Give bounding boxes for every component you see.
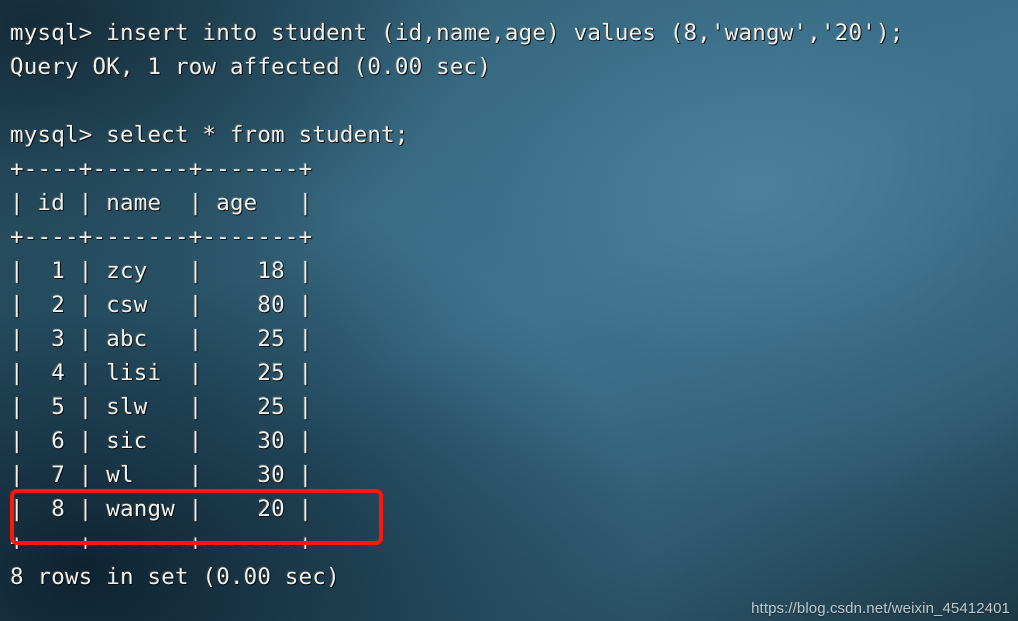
table-row: | 1 | zcy | 18 | [10, 258, 313, 284]
terminal-line-insert-statement: mysql> insert into student (id,name,age)… [10, 20, 904, 46]
table-row: | 5 | slw | 25 | [10, 394, 313, 420]
table-row: | 7 | wl | 30 | [10, 462, 313, 488]
table-header-row: | id | name | age | [10, 190, 313, 216]
table-row-highlighted: | 8 | wangw | 20 | [10, 496, 313, 522]
table-row: | 4 | lisi | 25 | [10, 360, 313, 386]
terminal-line-select-result: 8 rows in set (0.00 sec) [10, 564, 340, 590]
table-row: | 3 | abc | 25 | [10, 326, 313, 352]
table-top-border: +----+-------+-------+ [10, 156, 313, 182]
terminal-line-select-statement: mysql> select * from student; [10, 122, 409, 148]
terminal-screen: mysql> insert into student (id,name,age)… [0, 0, 1018, 621]
table-row: | 6 | sic | 30 | [10, 428, 313, 454]
terminal-line-insert-result: Query OK, 1 row affected (0.00 sec) [10, 54, 492, 80]
terminal-output[interactable]: mysql> insert into student (id,name,age)… [10, 16, 1010, 594]
csdn-watermark: https://blog.csdn.net/weixin_45412401 [751, 600, 1010, 617]
table-header-separator: +----+-------+-------+ [10, 224, 313, 250]
table-row: | 2 | csw | 80 | [10, 292, 313, 318]
table-bottom-border: +----+-------+-------+ [10, 530, 313, 556]
